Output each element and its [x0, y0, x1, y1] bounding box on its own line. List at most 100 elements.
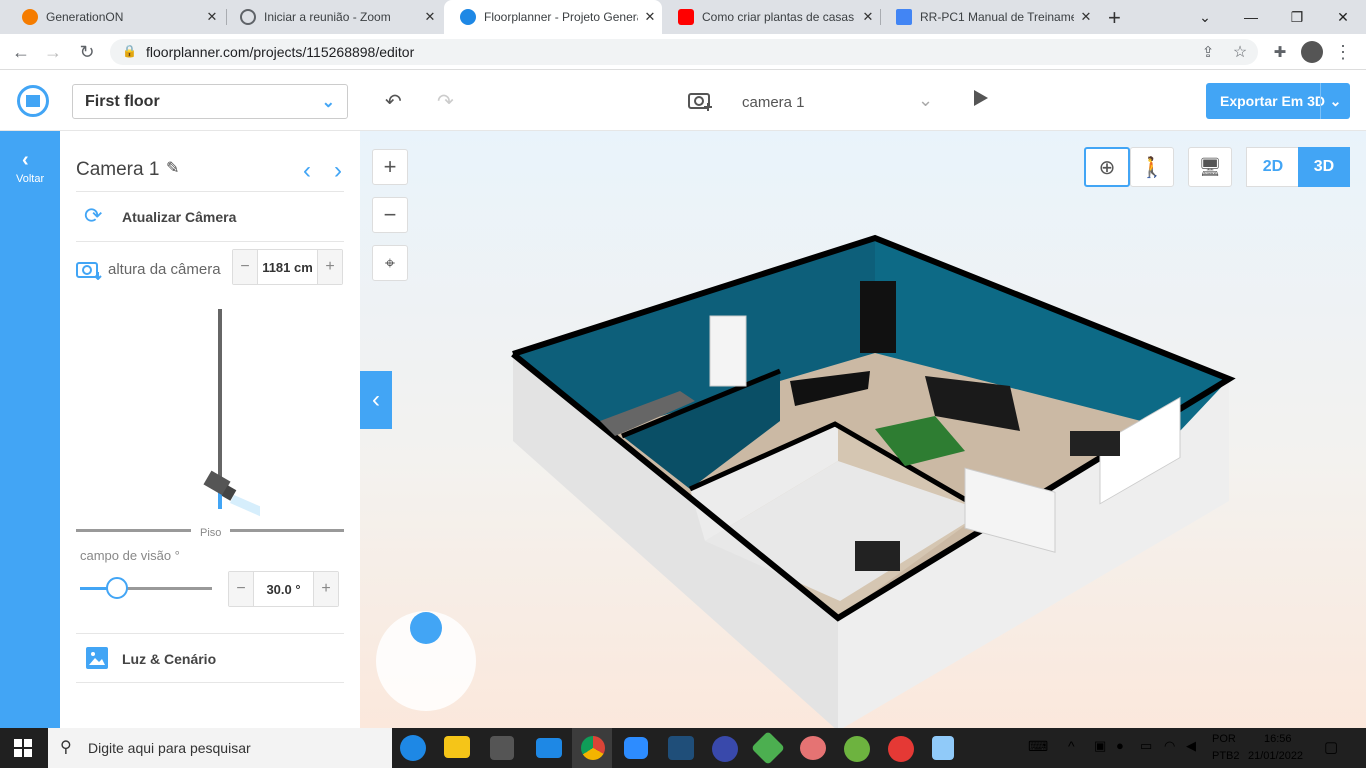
- orbit-icon[interactable]: ⊕: [1084, 147, 1130, 187]
- decrement-button[interactable]: −: [233, 250, 257, 284]
- taskbar-search-placeholder: Digite aqui para pesquisar: [88, 740, 251, 756]
- edge-icon[interactable]: [400, 735, 426, 761]
- maximize-button[interactable]: ❐: [1274, 0, 1320, 34]
- file-explorer-icon[interactable]: [444, 736, 470, 758]
- notification-icon[interactable]: ▢: [1324, 738, 1338, 756]
- chevron-down-icon[interactable]: ⌄: [1320, 83, 1350, 119]
- screen-settings-icon[interactable]: 🖥: [1188, 147, 1232, 187]
- next-camera-icon[interactable]: ›: [334, 157, 342, 185]
- zoom-out-button[interactable]: −: [372, 197, 408, 233]
- tab-search-icon[interactable]: ⌄: [1182, 0, 1228, 34]
- browser-tab-floorplanner[interactable]: Floorplanner - Projeto Generation ✕: [444, 0, 662, 34]
- search-icon: ⚲: [60, 739, 72, 756]
- mail-icon[interactable]: [536, 738, 562, 758]
- camera-icon[interactable]: [200, 467, 280, 525]
- fov-slider-thumb[interactable]: [106, 577, 128, 599]
- share-icon[interactable]: ⇪: [1195, 40, 1221, 64]
- fov-input[interactable]: 30.0 °: [253, 572, 314, 606]
- close-icon[interactable]: ✕: [200, 9, 224, 25]
- taskbar-search[interactable]: ⚲ Digite aqui para pesquisar: [48, 728, 392, 768]
- camera-height-label: altura da câmera: [108, 261, 221, 278]
- new-tab-button[interactable]: +: [1108, 5, 1121, 31]
- browser-tab-generationon[interactable]: GenerationON ✕: [6, 0, 224, 34]
- document-icon[interactable]: [932, 736, 954, 760]
- app-icon[interactable]: [668, 736, 694, 760]
- floor-line-left: [76, 529, 191, 532]
- clock-time[interactable]: 16:56: [1264, 733, 1292, 745]
- bookmark-star-icon[interactable]: ☆: [1227, 40, 1253, 64]
- lock-icon: 🔒: [122, 44, 137, 58]
- keyboard-icon[interactable]: ⌨: [1028, 738, 1048, 755]
- camera-height-stepper: − 1181 cm +: [232, 249, 343, 285]
- clock-date[interactable]: 21/01/2022: [1248, 750, 1303, 762]
- wifi-icon[interactable]: ◠: [1164, 738, 1175, 754]
- store-icon[interactable]: [490, 736, 514, 760]
- volume-icon[interactable]: ◀: [1186, 738, 1196, 754]
- chevron-down-icon: ⌄: [321, 94, 335, 111]
- url-field[interactable]: 🔒 floorplanner.com/projects/115268898/ed…: [110, 39, 1258, 65]
- language-1[interactable]: POR: [1212, 733, 1236, 745]
- language-2[interactable]: PTB2: [1212, 750, 1240, 762]
- close-icon[interactable]: ✕: [638, 9, 662, 25]
- redo-icon[interactable]: ↷: [437, 89, 454, 114]
- chevron-up-icon[interactable]: ^: [1068, 738, 1075, 754]
- battery-icon[interactable]: ▭: [1140, 738, 1152, 754]
- chrome-app-icon[interactable]: [888, 736, 914, 762]
- browser-tab-docs[interactable]: RR-PC1 Manual de Treinamento ✕: [880, 0, 1098, 34]
- walk-icon[interactable]: 🚶: [1130, 147, 1174, 187]
- url-text: floorplanner.com/projects/115268898/edit…: [146, 44, 415, 60]
- camera-dropdown-chevron-icon[interactable]: ⌄: [918, 90, 933, 111]
- update-camera-button[interactable]: Atualizar Câmera: [122, 209, 236, 225]
- tab-title: Iniciar a reunião - Zoom: [264, 10, 391, 24]
- joystick-knob[interactable]: [410, 612, 442, 644]
- eclipse-icon[interactable]: [712, 736, 738, 762]
- fov-slider-fill: [80, 587, 106, 590]
- extensions-icon[interactable]: ✚: [1267, 40, 1293, 64]
- add-camera-icon[interactable]: [688, 89, 712, 111]
- camera-height-input[interactable]: 1181 cm: [257, 250, 318, 284]
- view-3d-button[interactable]: 3D: [1298, 147, 1350, 187]
- microphone-icon[interactable]: ●: [1116, 738, 1124, 753]
- zoom-icon[interactable]: [624, 737, 648, 759]
- floor-select[interactable]: First floor ⌄: [72, 84, 348, 119]
- locate-icon[interactable]: ⌖: [372, 245, 408, 281]
- forward-icon[interactable]: →: [40, 40, 66, 64]
- light-scenery-button[interactable]: Luz & Cenário: [122, 651, 216, 667]
- windows-start-icon[interactable]: [14, 739, 32, 757]
- paint-icon[interactable]: [800, 736, 826, 760]
- pencil-icon[interactable]: ✎: [166, 158, 179, 178]
- spring-icon[interactable]: [844, 736, 870, 762]
- close-window-button[interactable]: ✕: [1320, 0, 1366, 34]
- browser-tab-youtube[interactable]: Como criar plantas de casas ✕: [662, 0, 880, 34]
- play-icon[interactable]: [974, 90, 988, 106]
- increment-button[interactable]: +: [318, 250, 342, 284]
- refresh-icon[interactable]: ⟳: [84, 203, 102, 229]
- minimize-button[interactable]: —: [1228, 0, 1274, 34]
- menu-icon[interactable]: ⋮: [1330, 40, 1356, 64]
- camera-tray-icon[interactable]: ▣: [1094, 738, 1106, 754]
- close-icon[interactable]: ✕: [418, 9, 442, 25]
- back-icon[interactable]: ←: [8, 40, 34, 64]
- 3d-viewport[interactable]: + − ⌖ ‹ ⊕ 🚶 🖥 2D 3D: [360, 131, 1366, 728]
- close-icon[interactable]: ✕: [1074, 9, 1098, 25]
- youtube-icon: [678, 9, 694, 25]
- floorplanner-logo-icon[interactable]: [17, 85, 49, 117]
- reload-icon[interactable]: ↻: [74, 40, 100, 64]
- increment-button[interactable]: +: [314, 572, 338, 606]
- 3d-house-render: [511, 234, 1236, 728]
- export-3d-button[interactable]: Exportar Em 3D ⌄: [1206, 83, 1350, 119]
- avatar[interactable]: [1301, 41, 1323, 63]
- chevron-left-icon: ‹: [22, 149, 29, 171]
- previous-camera-icon[interactable]: ‹: [303, 157, 311, 185]
- close-icon[interactable]: ✕: [856, 9, 880, 25]
- camera-select-value[interactable]: camera 1: [742, 94, 805, 111]
- tab-title: Como criar plantas de casas: [702, 10, 855, 24]
- decrement-button[interactable]: −: [229, 572, 253, 606]
- browser-tab-zoom[interactable]: Iniciar a reunião - Zoom ✕: [224, 0, 442, 34]
- undo-icon[interactable]: ↶: [385, 89, 402, 114]
- tab-title: GenerationON: [46, 10, 124, 24]
- zoom-in-button[interactable]: +: [372, 149, 408, 185]
- back-sidebar[interactable]: ‹ Voltar: [0, 131, 60, 728]
- collapse-panel-button[interactable]: ‹: [360, 371, 392, 429]
- view-2d-button[interactable]: 2D: [1246, 147, 1300, 187]
